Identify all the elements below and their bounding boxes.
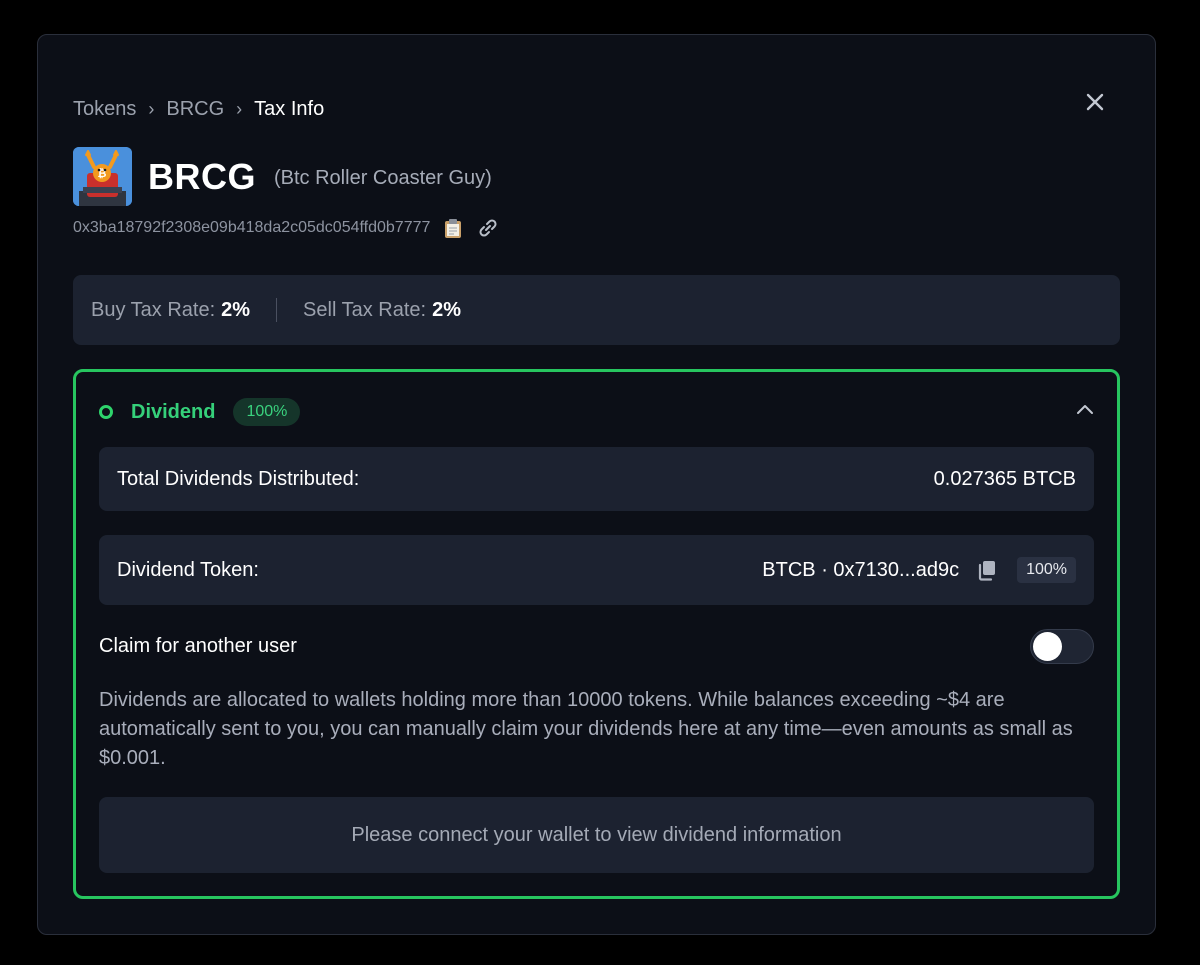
dividend-token-label: Dividend Token: (117, 558, 259, 581)
dividend-description: Dividends are allocated to wallets holdi… (99, 689, 1073, 769)
breadcrumb-current: Tax Info (254, 98, 325, 120)
bitcoin-roller-coaster-icon: ₿ (73, 147, 132, 206)
breadcrumb-brcg[interactable]: BRCG (166, 98, 224, 121)
clipboard-icon (445, 219, 462, 238)
open-link-button[interactable] (476, 217, 500, 239)
dividend-token-value: BTCB · 0x7130...ad9c (762, 558, 960, 581)
dividend-token-percent: 100% (1017, 557, 1076, 583)
claim-for-another-label: Claim for another user (99, 634, 297, 657)
claim-for-another-row: Claim for another user (99, 628, 1094, 664)
dividend-token-row: Dividend Token: BTCB · 0x7130...ad9c 100… (99, 535, 1094, 605)
total-dividends-label: Total Dividends Distributed: (117, 467, 360, 490)
status-dot-icon (99, 405, 113, 419)
token-avatar: ₿ (73, 147, 132, 206)
breadcrumb-separator: › (148, 99, 155, 119)
buy-tax-label: Buy Tax Rate: (91, 298, 216, 321)
copy-icon (978, 561, 996, 581)
claim-for-another-toggle[interactable] (1030, 628, 1094, 664)
contract-address-row: 0x3ba18792f2308e09b418da2c05dc054ffd0b77… (73, 217, 500, 239)
total-dividends-value: 0.027365 BTCB (933, 467, 1076, 490)
collapse-button[interactable] (1074, 398, 1096, 420)
tax-rate-bar: Buy Tax Rate: 2% Sell Tax Rate: 2% (73, 275, 1120, 345)
token-symbol: BRCG (148, 155, 256, 197)
tax-info-modal: Tokens › BRCG › Tax Info ₿ BRCG (Btc Rol… (37, 34, 1156, 935)
close-icon (1086, 93, 1104, 111)
contract-address: 0x3ba18792f2308e09b418da2c05dc054ffd0b77… (73, 219, 431, 236)
breadcrumb-tokens[interactable]: Tokens (73, 98, 136, 121)
sell-tax-value: 2% (432, 298, 461, 321)
token-name: (Btc Roller Coaster Guy) (274, 167, 492, 189)
dividend-title: Dividend (131, 400, 216, 423)
dividend-percent-badge: 100% (233, 398, 301, 426)
breadcrumb-separator: › (236, 99, 243, 119)
sell-tax-label: Sell Tax Rate: (303, 298, 427, 321)
toggle-knob (1033, 631, 1062, 661)
total-dividends-row: Total Dividends Distributed: 0.027365 BT… (99, 447, 1094, 511)
dividend-header[interactable]: Dividend 100% (99, 398, 301, 426)
buy-tax-value: 2% (221, 298, 251, 321)
token-header: ₿ BRCG (Btc Roller Coaster Guy) (73, 147, 492, 206)
breadcrumb: Tokens › BRCG › Tax Info (73, 98, 324, 121)
tax-divider (276, 298, 278, 322)
dividend-token-info: BTCB · 0x7130...ad9c 100% (762, 557, 1076, 583)
copy-token-button[interactable] (977, 559, 997, 581)
chevron-up-icon (1077, 405, 1093, 414)
copy-address-button[interactable] (442, 217, 464, 239)
connect-wallet-notice: Please connect your wallet to view divid… (99, 797, 1094, 873)
link-icon (479, 219, 497, 237)
dividend-section: Dividend 100% Total Dividends Distribute… (73, 369, 1120, 899)
close-button[interactable] (1083, 90, 1107, 114)
connect-wallet-message: Please connect your wallet to view divid… (351, 823, 842, 846)
